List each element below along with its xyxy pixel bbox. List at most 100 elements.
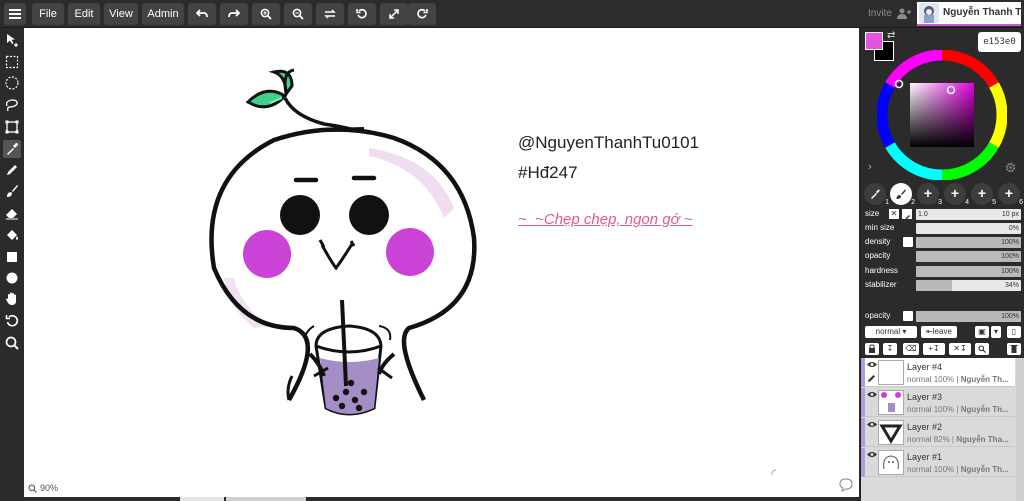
search-layer-button[interactable] (975, 343, 989, 355)
primary-color-swatch[interactable] (865, 32, 883, 50)
color-picker-panel: ⇄ e153e0 › (861, 28, 1024, 180)
brush-icon (7, 185, 18, 197)
layer-alpha-lock-checkbox[interactable] (903, 311, 913, 321)
app-window: File Edit View Admin Invite Nguyễn Thanh… (0, 0, 1024, 501)
layer-thumbnail (878, 450, 904, 475)
layer-item[interactable]: Layer #2 normal 82% | Nguyễn Tha... (861, 418, 1015, 447)
rotate-icon (5, 314, 19, 327)
hardness-slider[interactable]: 100% (916, 266, 1021, 277)
eyedropper-tool[interactable] (3, 140, 21, 158)
size-label: size (865, 209, 880, 218)
chat-icon[interactable] (838, 478, 854, 492)
eye-icon[interactable] (867, 361, 877, 368)
hand-tool[interactable] (3, 290, 21, 308)
brush-slot-6[interactable]: +6 (998, 183, 1023, 206)
layers-scrollbar[interactable] (1016, 358, 1024, 501)
flip-button[interactable] (316, 3, 344, 25)
size-slider[interactable]: 1.0 10 px (916, 209, 1021, 220)
zoom-tool[interactable] (3, 334, 21, 352)
ellipse-select-tool[interactable] (3, 74, 21, 92)
brush-slot-3[interactable]: +3 (917, 183, 942, 206)
zoom-in-button[interactable] (252, 3, 280, 25)
stabilizer-slider[interactable]: 34% (916, 280, 1021, 291)
eye-icon[interactable] (867, 451, 877, 458)
fit-screen-button[interactable] (380, 3, 408, 25)
swap-colors-icon[interactable]: ⇄ (887, 30, 895, 41)
paint-bucket-icon (7, 230, 18, 240)
zoom-out-button[interactable] (284, 3, 312, 25)
delete-merge-button[interactable]: ✕↧ (949, 343, 971, 355)
eye-icon[interactable] (867, 391, 877, 398)
clear-layer-button[interactable]: ⌫ (903, 343, 919, 355)
rotate-left-button[interactable] (348, 3, 376, 25)
file-menu-button[interactable]: File (32, 3, 64, 25)
drawing-canvas[interactable]: @NguyenThanhTu0101 #Hđ247 ~_~Chẹp chẹp, … (24, 28, 859, 497)
hamburger-icon (9, 9, 21, 19)
density-slider[interactable]: 100% (916, 237, 1021, 248)
density-pressure-checkbox[interactable] (903, 237, 913, 247)
tool-palette (0, 28, 24, 501)
brush-slot-5[interactable]: +5 (971, 183, 996, 206)
layer-opacity-slider[interactable]: 100% (916, 311, 1021, 322)
move-layer-down-button[interactable]: ↧ (883, 343, 897, 355)
user-name: Nguyễn Thanh Tú (943, 7, 1024, 18)
duplicate-layer-button[interactable]: ▣ (975, 326, 989, 338)
transform-tool[interactable] (3, 118, 21, 136)
zoom-level[interactable]: 90% (40, 483, 58, 493)
undo-button[interactable] (188, 3, 216, 25)
fill-tool[interactable] (3, 226, 21, 244)
redo-button[interactable] (220, 3, 248, 25)
user-profile[interactable]: Nguyễn Thanh Tú (917, 2, 1024, 26)
eraser-tool[interactable] (3, 204, 21, 222)
ellipse-tool[interactable] (3, 269, 21, 287)
layer-item[interactable]: Layer #3 normal 100% | Nguyễn Th... (861, 388, 1015, 417)
zoom-magnifier-icon (28, 484, 37, 493)
brush-opacity-slider[interactable]: 100% (916, 251, 1021, 262)
rect-select-tool[interactable] (3, 53, 21, 71)
delete-layer-button[interactable] (1007, 343, 1021, 355)
horizontal-scrollbar-thumb[interactable] (226, 497, 306, 501)
caption-quote: ~_~Chẹp chẹp, ngon gớ ~ (518, 211, 693, 228)
stabilizer-row: stabilizer 34% (865, 280, 1021, 291)
merge-down-button[interactable]: +↧ (923, 343, 945, 355)
lasso-tool[interactable] (3, 96, 21, 114)
rectangle-tool[interactable] (3, 248, 21, 266)
add-user-icon[interactable] (897, 8, 911, 19)
rotate-view-tool[interactable] (3, 312, 21, 330)
eye-icon[interactable] (867, 421, 877, 428)
pen-icon (7, 165, 17, 175)
lock-layer-button[interactable] (865, 343, 879, 355)
trash-icon (1010, 345, 1018, 353)
layer-item[interactable]: Layer #1 normal 100% | Nguyễn Th... (861, 448, 1015, 477)
pressure-size-toggle[interactable] (902, 209, 912, 221)
new-layer-button[interactable]: ▯ (1007, 326, 1021, 338)
leave-button[interactable]: ⇤leave (921, 326, 957, 338)
rotate-right-button[interactable] (408, 3, 436, 25)
loading-indicator-icon (771, 469, 777, 476)
brush-tool[interactable] (3, 182, 21, 200)
expand-icon (389, 9, 399, 19)
brush-slot-2[interactable]: 2 (890, 183, 915, 206)
layer-item[interactable]: Layer #4 normal 100% | Nguyễn Th... (861, 358, 1015, 387)
chevron-right-icon[interactable]: › (868, 161, 872, 173)
hamburger-menu-button[interactable] (4, 3, 26, 25)
brush-slot-1[interactable]: 1 (864, 183, 889, 206)
min-size-slider[interactable]: 0% (916, 223, 1021, 234)
pen-tool[interactable] (3, 161, 21, 179)
hex-color-input[interactable]: e153e0 (978, 32, 1021, 52)
move-tool[interactable] (3, 31, 21, 49)
invite-link[interactable]: Invite (868, 8, 892, 19)
color-wheel[interactable] (877, 50, 1007, 180)
blend-mode-select[interactable]: normal ▾ (865, 326, 917, 338)
admin-menu-button[interactable]: Admin (142, 3, 184, 25)
size-lock-toggle[interactable]: ✕ (889, 209, 899, 219)
brush-slot-4[interactable]: +4 (944, 183, 969, 206)
view-menu-button[interactable]: View (104, 3, 138, 25)
layer-menu-dropdown[interactable]: ▾ (991, 326, 1001, 338)
edit-menu-button[interactable]: Edit (68, 3, 100, 25)
flip-arrows-icon (324, 9, 336, 19)
pen-icon (868, 375, 875, 382)
layers-list: Layer #4 normal 100% | Nguyễn Th... Laye… (861, 358, 1024, 501)
gear-icon[interactable] (1005, 162, 1016, 173)
horizontal-scrollbar-track[interactable] (180, 497, 224, 501)
